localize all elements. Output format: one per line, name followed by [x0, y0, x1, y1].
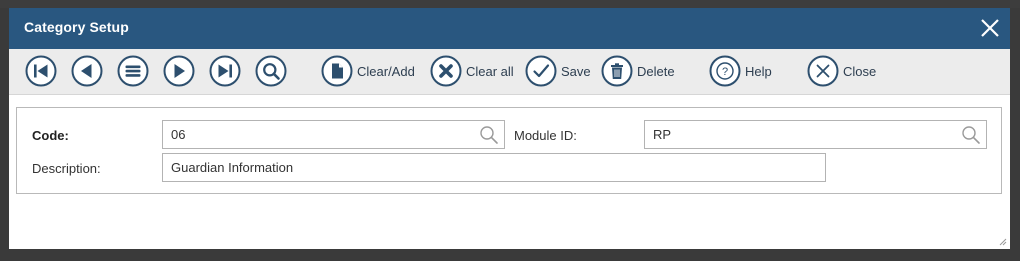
previous-record-button[interactable]: [71, 55, 103, 87]
next-record-button[interactable]: [163, 55, 195, 87]
backdrop: [0, 0, 1020, 8]
checkmark-icon: [525, 55, 557, 87]
find-button[interactable]: [255, 55, 287, 87]
dialog-titlebar: Category Setup: [9, 8, 1010, 49]
close-icon[interactable]: [980, 18, 1000, 38]
clear-all-label: Clear all: [466, 63, 514, 79]
next-record-icon: [163, 55, 195, 87]
help-icon: ?: [709, 55, 741, 87]
code-value: 06: [171, 127, 186, 142]
resize-grip-icon[interactable]: [999, 238, 1007, 246]
save-label: Save: [561, 63, 591, 79]
list-button[interactable]: [117, 55, 149, 87]
dialog-title: Category Setup: [24, 19, 129, 35]
code-field[interactable]: 06: [162, 120, 505, 149]
first-record-button[interactable]: [25, 55, 57, 87]
list-icon: [117, 55, 149, 87]
toolbar: Clear/Add Clear all Save Delete ? Help C…: [9, 49, 1010, 95]
search-icon[interactable]: [479, 125, 499, 145]
help-label: Help: [745, 63, 772, 79]
clear-x-icon: [430, 55, 462, 87]
search-icon[interactable]: [961, 125, 981, 145]
module-id-value: RP: [653, 127, 672, 142]
close-circle-icon: [807, 55, 839, 87]
delete-label: Delete: [637, 63, 675, 79]
close-label: Close: [843, 63, 877, 79]
help-button[interactable]: ? Help: [709, 55, 772, 87]
description-field[interactable]: Guardian Information: [162, 153, 826, 182]
clear-add-button[interactable]: Clear/Add: [321, 55, 415, 87]
first-record-icon: [25, 55, 57, 87]
svg-text:?: ?: [722, 66, 728, 78]
category-setup-dialog: Category Setup Clear/Add Clear all Save …: [9, 8, 1010, 249]
save-button[interactable]: Save: [525, 55, 591, 87]
search-icon: [255, 55, 287, 87]
description-value: Guardian Information: [171, 160, 294, 175]
close-button[interactable]: Close: [807, 55, 876, 87]
new-document-icon: [321, 55, 353, 87]
module-id-field[interactable]: RP: [644, 120, 987, 149]
module-id-label: Module ID:: [514, 128, 577, 143]
code-label: Code:: [32, 128, 69, 143]
last-record-button[interactable]: [209, 55, 241, 87]
description-label: Description:: [32, 161, 101, 176]
clear-add-label: Clear/Add: [357, 63, 415, 79]
form-panel: Code: 06 Module ID: RP Description: Guar…: [16, 107, 1002, 194]
delete-button[interactable]: Delete: [601, 55, 675, 87]
last-record-icon: [209, 55, 241, 87]
trash-icon: [601, 55, 633, 87]
clear-all-button[interactable]: Clear all: [430, 55, 514, 87]
previous-record-icon: [71, 55, 103, 87]
